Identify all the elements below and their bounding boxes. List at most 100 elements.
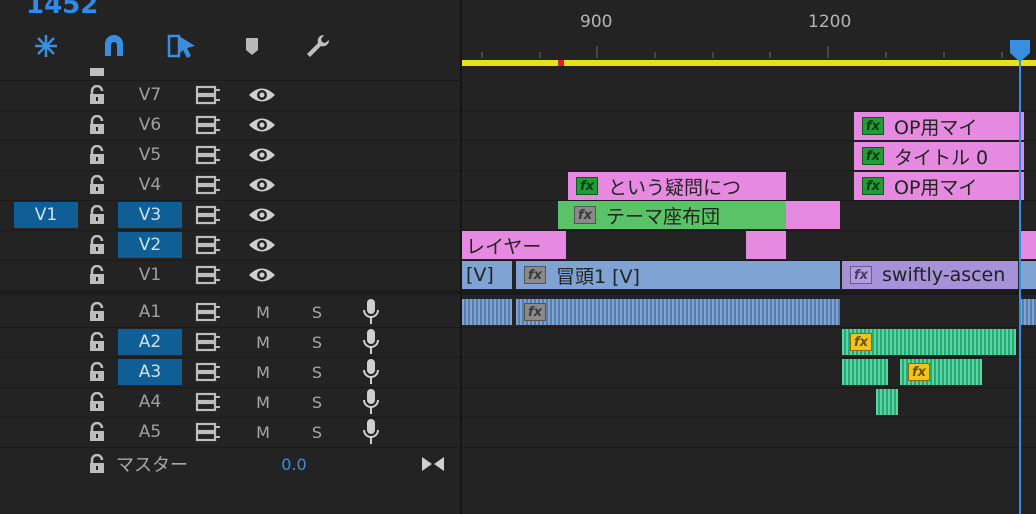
wrench-settings-icon[interactable]	[302, 30, 334, 62]
lock-icon[interactable]	[86, 200, 108, 230]
time-ruler[interactable]: 900 1200	[462, 0, 1036, 68]
sync-lock-icon[interactable]	[194, 327, 222, 357]
sync-lock-icon[interactable]	[194, 230, 222, 260]
sync-lock-icon[interactable]	[194, 110, 222, 140]
voiceover-mic-icon[interactable]	[358, 357, 384, 387]
lock-icon[interactable]	[86, 170, 108, 200]
solo-button[interactable]: S	[304, 327, 330, 357]
clip-v6-op[interactable]: fx OP用マイ	[854, 112, 1024, 140]
add-marker-icon[interactable]	[236, 30, 268, 62]
clip-v3-pink[interactable]	[786, 201, 840, 229]
track-name-a1[interactable]: A1	[118, 299, 182, 325]
timecode-display[interactable]: 1452	[26, 0, 98, 18]
track-name-a3[interactable]: A3	[118, 359, 182, 385]
clip-v1-a[interactable]: [V]	[462, 261, 512, 289]
lock-icon[interactable]	[86, 140, 108, 170]
clip-v2-pink[interactable]	[746, 231, 786, 259]
voiceover-mic-icon[interactable]	[358, 327, 384, 357]
eye-visibility-icon[interactable]	[248, 80, 276, 110]
clip-a1-opening[interactable]: fx	[516, 299, 840, 325]
lock-icon[interactable]	[86, 68, 108, 80]
work-area-bar[interactable]	[462, 60, 1036, 66]
lock-icon[interactable]	[86, 260, 108, 290]
sync-lock-icon[interactable]	[194, 387, 222, 417]
clip-v2-right[interactable]	[1020, 231, 1036, 259]
eye-visibility-icon[interactable]	[248, 200, 276, 230]
mute-button[interactable]: M	[250, 327, 276, 357]
voiceover-mic-icon[interactable]	[358, 297, 384, 327]
sync-lock-icon[interactable]	[194, 357, 222, 387]
track-separator	[462, 140, 1036, 141]
mute-button[interactable]: M	[250, 387, 276, 417]
clip-a4-a[interactable]	[876, 389, 898, 415]
clip-a1-a[interactable]	[462, 299, 512, 325]
clip-v4-op[interactable]: fx OP用マイ	[854, 172, 1024, 200]
clip-v3-theme[interactable]: fx テーマ座布団	[566, 201, 786, 229]
eye-visibility-icon[interactable]	[248, 140, 276, 170]
mute-button[interactable]: M	[250, 417, 276, 447]
clip-v4-question[interactable]: fx という疑問につ	[568, 172, 786, 200]
clip-v1-swiftly[interactable]: fx swiftly-ascen	[842, 261, 1018, 289]
track-name-a4[interactable]: A4	[118, 389, 182, 415]
lock-icon[interactable]	[86, 80, 108, 110]
clip-a3-b[interactable]: fx	[900, 359, 982, 385]
voiceover-mic-icon[interactable]	[358, 417, 384, 447]
magnet-snap-icon[interactable]	[98, 30, 130, 62]
clip-a2-music[interactable]: fx	[842, 329, 1016, 355]
clip-v1-opening[interactable]: fx 冒頭1 [V]	[516, 261, 840, 289]
timeline-tracks[interactable]: fx OP用マイ fx タイトル 0 fx OP用マイ fx という疑問につ fx テーマ座布団レ…	[462, 68, 1036, 514]
sync-lock-icon[interactable]	[194, 297, 222, 327]
track-name-v6[interactable]: V6	[118, 112, 182, 138]
bowtie-icon[interactable]	[420, 447, 446, 481]
solo-button[interactable]: S	[304, 387, 330, 417]
lock-icon[interactable]	[86, 297, 108, 327]
track-name-v5[interactable]: V5	[118, 142, 182, 168]
source-patch-v3[interactable]: V1	[14, 202, 78, 228]
sync-lock-icon[interactable]	[194, 170, 222, 200]
linked-selection-icon[interactable]	[166, 30, 198, 62]
mute-button[interactable]: M	[250, 357, 276, 387]
lock-icon[interactable]	[86, 110, 108, 140]
solo-button[interactable]: S	[304, 357, 330, 387]
lock-icon[interactable]	[86, 230, 108, 260]
track-name-v1[interactable]: V1	[118, 262, 182, 288]
track-name-v3[interactable]: V3	[118, 202, 182, 228]
eye-visibility-icon[interactable]	[248, 230, 276, 260]
voiceover-mic-icon[interactable]	[358, 387, 384, 417]
lock-icon[interactable]	[86, 387, 108, 417]
sync-lock-icon[interactable]	[194, 80, 222, 110]
lock-icon[interactable]	[86, 357, 108, 387]
clip-v1-right[interactable]	[1020, 261, 1036, 289]
clip-v5-title[interactable]: fx タイトル 0	[854, 142, 1024, 170]
playhead-handle[interactable]	[1009, 40, 1031, 62]
clip-a1-right[interactable]	[1020, 299, 1036, 325]
solo-button[interactable]: S	[304, 417, 330, 447]
track-name-v4[interactable]: V4	[118, 172, 182, 198]
snap-ripple-icon[interactable]	[30, 30, 62, 62]
sync-lock-icon[interactable]	[194, 417, 222, 447]
track-name-v2[interactable]: V2	[118, 232, 182, 258]
playhead-line[interactable]	[1019, 40, 1021, 514]
track-separator	[462, 110, 1036, 111]
track-name-v7[interactable]: V7	[118, 82, 182, 108]
video-audio-divider[interactable]	[0, 291, 460, 295]
sync-lock-icon[interactable]	[194, 140, 222, 170]
sync-lock-icon[interactable]	[194, 200, 222, 230]
video-audio-divider[interactable]	[462, 291, 1036, 295]
eye-visibility-icon[interactable]	[248, 170, 276, 200]
work-area-marker	[558, 60, 564, 66]
eye-visibility-icon[interactable]	[248, 110, 276, 140]
clip-a3-a[interactable]	[842, 359, 888, 385]
track-name-a2[interactable]: A2	[118, 329, 182, 355]
solo-button[interactable]: S	[304, 297, 330, 327]
track-name-a5[interactable]: A5	[118, 419, 182, 445]
lock-icon[interactable]	[86, 417, 108, 447]
lock-icon[interactable]	[86, 447, 108, 481]
mute-button[interactable]: M	[250, 297, 276, 327]
sync-lock-icon[interactable]	[194, 260, 222, 290]
master-volume-value[interactable]: 0.0	[270, 447, 318, 481]
lock-icon[interactable]	[86, 327, 108, 357]
clip-v3-edge[interactable]	[558, 201, 566, 229]
eye-visibility-icon[interactable]	[248, 260, 276, 290]
clip-v2-layer[interactable]: レイヤー	[462, 231, 566, 259]
